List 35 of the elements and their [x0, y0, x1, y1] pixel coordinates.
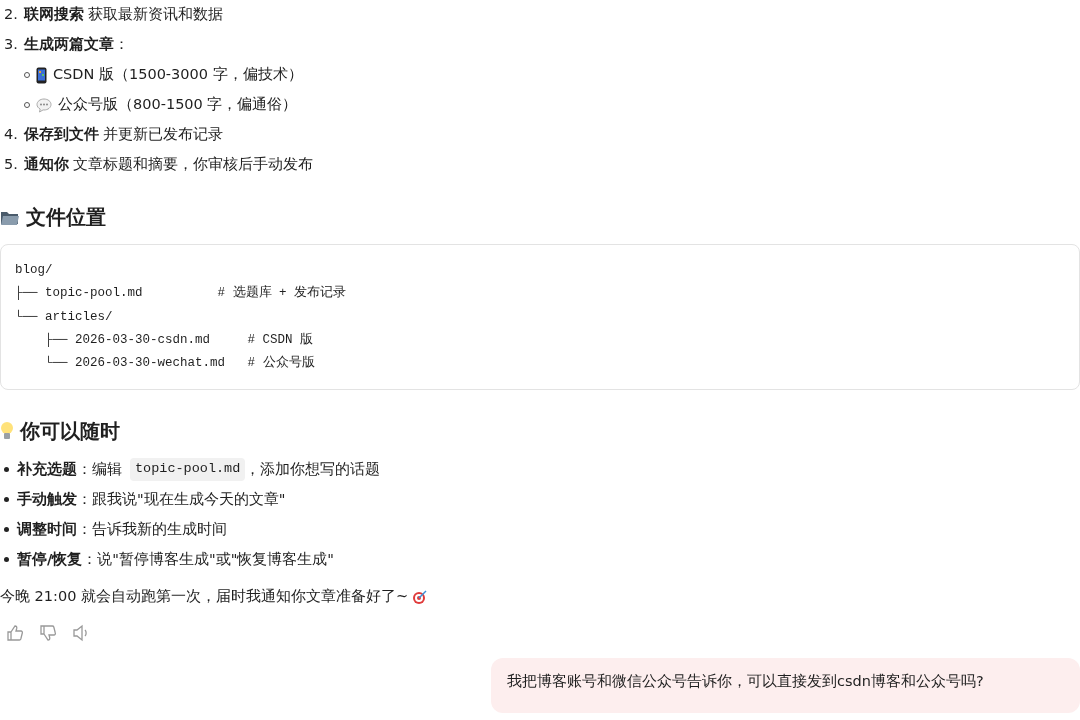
bullet-icon: [4, 557, 9, 562]
closing-message: 今晚 21:00 就会自动跑第一次，届时我通知你文章准备好了~: [0, 587, 409, 607]
like-icon[interactable]: [6, 624, 25, 643]
inline-code: topic-pool.md: [130, 458, 246, 481]
section-heading: 你可以随时: [20, 418, 120, 446]
tip-text: 暂停/恢复：说"暂停博客生成"或"恢复博客生成": [17, 549, 334, 569]
light-bulb-icon: [0, 421, 14, 442]
step-text: 联网搜索 获取最新资讯和数据: [23, 5, 224, 25]
phone-icon: [36, 66, 47, 84]
code-line: ├── topic-pool.md # 选题库 + 发布记录: [15, 284, 348, 303]
code-line: └── 2026-03-30-wechat.md # 公众号版: [44, 354, 316, 373]
speech-bubble-icon: [36, 97, 52, 113]
tip-text: 调整时间：告诉我新的生成时间: [17, 519, 227, 539]
step-number: 3.: [4, 35, 18, 55]
target-icon: [412, 589, 429, 606]
code-line: blog/: [15, 262, 54, 279]
section-heading: 文件位置: [26, 204, 106, 231]
step-text: 生成两篇文章：: [23, 35, 129, 55]
tip-text: ，添加你想写的话题: [245, 459, 381, 479]
bullet-icon: [4, 467, 9, 472]
code-line: └── articles/: [15, 308, 114, 326]
step-text: 通知你 文章标题和摘要，你审核后手动发布: [23, 155, 314, 175]
step-number: 4.: [4, 125, 18, 145]
step-text: 保存到文件 并更新已发布记录: [23, 125, 224, 145]
bullet-icon: [4, 527, 9, 532]
tip-text: 手动触发：跟我说"现在生成今天的文章": [17, 489, 286, 509]
step-number: 5.: [4, 155, 18, 175]
user-message-text: 我把博客账号和微信公众号告诉你，可以直接发到csdn博客和公众号吗?: [507, 673, 984, 690]
tip-text: 补充选题：编辑: [17, 459, 122, 479]
sub-item-text: CSDN 版（1500-3000 字，偏技术）: [53, 65, 303, 85]
code-line: ├── 2026-03-30-csdn.md # CSDN 版: [44, 331, 315, 349]
step-number: 2.: [4, 5, 18, 25]
dislike-icon[interactable]: [39, 624, 58, 643]
sub-item-text: 公众号版（800-1500 字，偏通俗）: [58, 95, 298, 115]
bullet-icon: [4, 497, 9, 502]
